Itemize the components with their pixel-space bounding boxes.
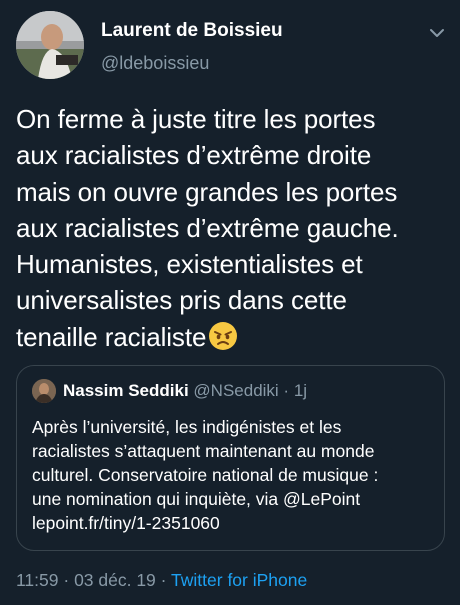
- author-block: Laurent de Boissieu @ldeboissieu: [101, 20, 283, 73]
- quoted-separator: ·: [278, 381, 294, 400]
- quoted-text: Après l’université, les indigénistes et …: [32, 417, 379, 533]
- footer-separator: ·: [58, 570, 75, 590]
- tweet-card: Laurent de Boissieu @ldeboissieu On ferm…: [0, 0, 460, 605]
- chevron-down-icon[interactable]: [426, 22, 448, 44]
- footer-separator: ·: [155, 570, 172, 590]
- author-avatar[interactable]: [16, 11, 84, 79]
- tweet-body: On ferme à juste titre les portes aux ra…: [16, 101, 448, 355]
- angry-face-icon: [209, 321, 238, 350]
- quoted-age: 1j: [293, 381, 308, 400]
- tweet-footer: 11:59 · 03 déc. 19 · Twitter for iPhone: [16, 569, 307, 591]
- quoted-header: Nassim Seddiki @NSeddiki · 1j: [63, 381, 307, 401]
- quoted-handle: @NSeddiki: [193, 381, 279, 400]
- quoted-photo: [32, 379, 56, 403]
- author-photo: [16, 11, 84, 79]
- quoted-name: Nassim Seddiki: [63, 381, 189, 400]
- quoted-tweet[interactable]: Nassim Seddiki @NSeddiki · 1j Après l’un…: [16, 365, 445, 551]
- tweet-source-link[interactable]: Twitter for iPhone: [171, 570, 307, 590]
- tweet-time[interactable]: 11:59: [16, 570, 59, 590]
- tweet-date[interactable]: 03 déc. 19: [74, 570, 156, 590]
- tweet-text: On ferme à juste titre les portes aux ra…: [16, 104, 399, 352]
- quoted-avatar: [32, 379, 56, 403]
- author-handle[interactable]: @ldeboissieu: [101, 53, 283, 73]
- author-name[interactable]: Laurent de Boissieu: [101, 20, 283, 42]
